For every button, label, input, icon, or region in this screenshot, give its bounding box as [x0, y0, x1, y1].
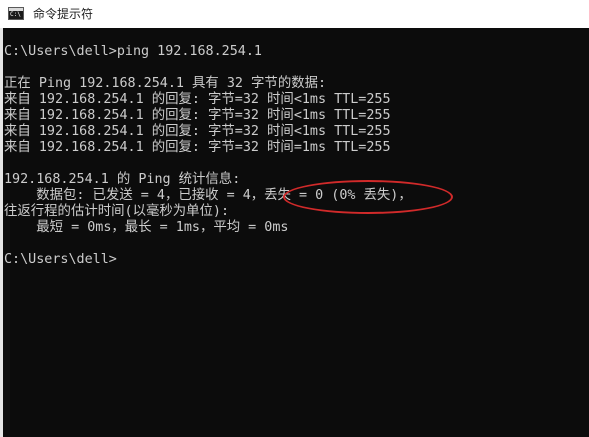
console-line-prompt: C:\Users\dell> — [4, 252, 117, 267]
window-title: 命令提示符 — [33, 7, 94, 21]
terminal-icon: C:\ — [8, 7, 24, 20]
title-bar[interactable]: C:\ 命令提示符 — [0, 0, 589, 29]
command-prompt-window: C:\ 命令提示符 C:\Users\dell>ping 192.168.254… — [0, 0, 589, 437]
console-line-packets: 数据包: 已发送 = 4，已接收 = 4，丢失 = 0 (0% 丢失)， — [4, 188, 412, 203]
console-line-ping-header: 正在 Ping 192.168.254.1 具有 32 字节的数据: — [4, 76, 327, 91]
console-line-reply-3: 来自 192.168.254.1 的回复: 字节=32 时间<1ms TTL=2… — [4, 124, 391, 139]
console-line-command: C:\Users\dell>ping 192.168.254.1 — [4, 44, 262, 59]
console-output[interactable]: C:\Users\dell>ping 192.168.254.1 正在 Ping… — [0, 28, 589, 437]
console-line-reply-1: 来自 192.168.254.1 的回复: 字节=32 时间<1ms TTL=2… — [4, 92, 391, 107]
console-line-rtt-values: 最短 = 0ms，最长 = 1ms，平均 = 0ms — [4, 220, 289, 235]
console-line-reply-4: 来自 192.168.254.1 的回复: 字节=32 时间=1ms TTL=2… — [4, 140, 391, 155]
window-left-edge — [0, 28, 3, 437]
console-line-stats-header: 192.168.254.1 的 Ping 统计信息: — [4, 172, 241, 187]
console-line-reply-2: 来自 192.168.254.1 的回复: 字节=32 时间<1ms TTL=2… — [4, 108, 391, 123]
console-line-rtt-header: 往返行程的估计时间(以毫秒为单位): — [4, 204, 230, 219]
icon-glyph: C:\ — [10, 11, 21, 18]
